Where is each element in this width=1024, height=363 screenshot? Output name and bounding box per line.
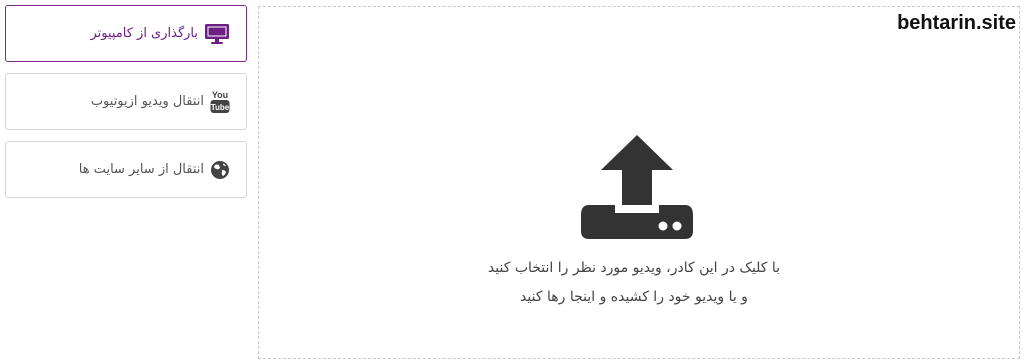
site-watermark: behtarin.site <box>897 12 1016 34</box>
upload-icon <box>581 135 693 243</box>
instructions-line-2: و یا ویدیو خود را کشیده و اینجا رها کنید <box>520 289 748 305</box>
tab-transfer-from-other-sites[interactable]: انتقال از سایر سایت ها <box>5 141 247 198</box>
monitor-icon <box>204 23 230 45</box>
globe-icon <box>210 160 230 180</box>
tab-transfer-from-youtube[interactable]: انتقال ویدیو ازیوتیوب You Tube <box>5 73 247 130</box>
tab-upload-from-computer-label: بارگذاری از کامپیوتر <box>90 26 198 41</box>
instructions-line-1: با کلیک در این کادر، ویدیو مورد نظر را ا… <box>487 260 781 276</box>
video-drop-zone[interactable]: behtarin.site با کلیک در این کادر، ویدیو… <box>258 6 1020 359</box>
upload-source-sidebar: بارگذاری از کامپیوتر انتقال ویدیو ازیوتی… <box>5 5 247 209</box>
youtube-icon: You Tube <box>210 89 230 115</box>
youtube-icon-text-top: You <box>212 90 228 100</box>
youtube-icon-text-bottom: Tube <box>211 103 230 112</box>
tab-upload-from-computer[interactable]: بارگذاری از کامپیوتر <box>5 5 247 62</box>
tab-transfer-from-youtube-label: انتقال ویدیو ازیوتیوب <box>90 94 204 109</box>
tab-transfer-from-other-sites-label: انتقال از سایر سایت ها <box>78 162 204 177</box>
drop-zone-instructions: با کلیک در این کادر، ویدیو مورد نظر را ا… <box>259 254 1019 312</box>
